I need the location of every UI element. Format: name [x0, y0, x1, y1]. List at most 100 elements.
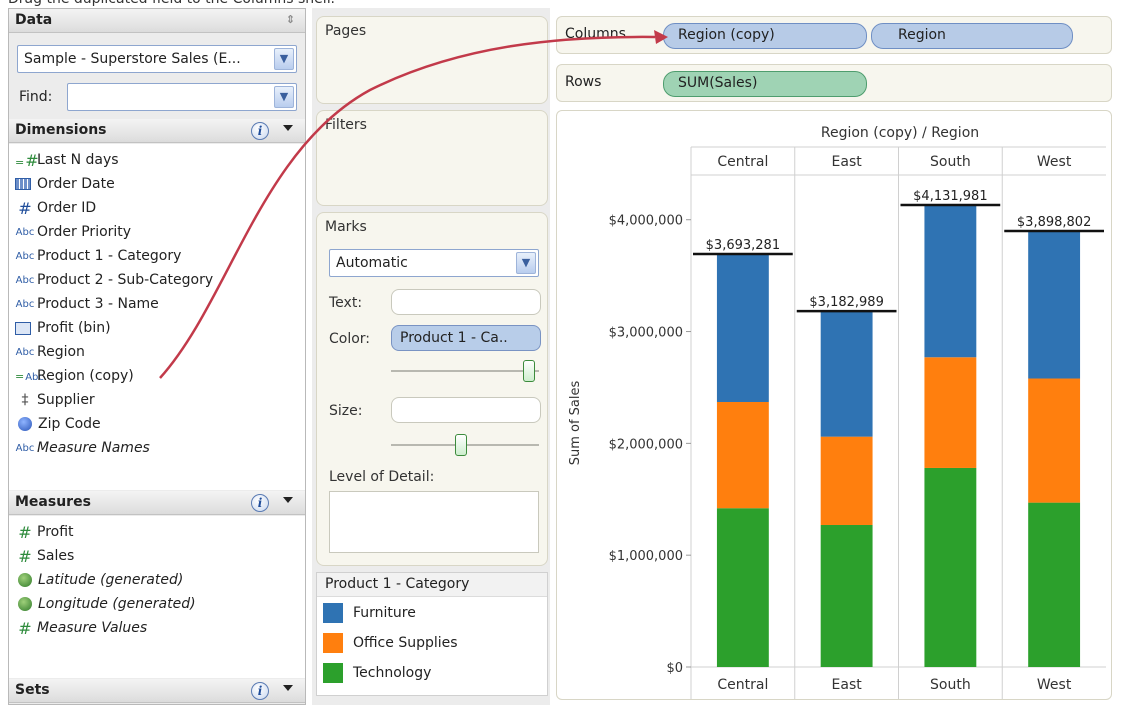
size-slider-thumb[interactable]: [455, 434, 467, 456]
color-pill-text: Product 1 - Ca..: [400, 330, 508, 346]
columns-label: Columns: [565, 26, 626, 42]
color-slider-thumb[interactable]: [523, 360, 535, 382]
rows-label: Rows: [565, 74, 602, 90]
info-icon[interactable]: i: [251, 494, 269, 512]
column-footer-label: Central: [717, 677, 768, 693]
chart-title: Region (copy) / Region: [821, 125, 979, 141]
abc-icon: Abc: [15, 298, 35, 310]
legend-swatch: [323, 603, 343, 623]
sets-header[interactable]: Sets i: [9, 679, 305, 703]
field-product-category[interactable]: Abc Product 1 - Category: [15, 245, 182, 267]
text-label: Text:: [329, 295, 363, 311]
color-shelf-pill[interactable]: Product 1 - Ca..: [391, 325, 541, 351]
field-longitude[interactable]: Longitude (generated): [15, 593, 196, 615]
field-last-n-days[interactable]: =# Last N days: [15, 149, 119, 171]
dropdown-arrow-icon[interactable]: [283, 685, 293, 691]
field-profit[interactable]: # Profit: [15, 521, 73, 543]
columns-pill-region[interactable]: Region: [871, 23, 1073, 49]
chevron-down-icon[interactable]: ▼: [516, 252, 536, 274]
dimensions-header[interactable]: Dimensions i: [9, 119, 305, 143]
datasource-select[interactable]: Sample - Superstore Sales (E... ▼: [17, 45, 297, 73]
filters-card[interactable]: Filters: [316, 110, 548, 206]
field-measure-values[interactable]: # Measure Values: [15, 617, 147, 639]
data-panel: Data ⇕ Sample - Superstore Sales (E... ▼…: [8, 8, 306, 705]
sort-icon[interactable]: ⇕: [286, 13, 295, 26]
bar-segment: [924, 467, 977, 667]
legend-swatch: [323, 663, 343, 683]
column-header-label: East: [832, 154, 863, 170]
field-region-copy[interactable]: =Abc Region (copy): [15, 365, 134, 387]
bar-segment: [716, 401, 769, 509]
chevron-down-icon[interactable]: ▼: [274, 48, 294, 70]
info-icon[interactable]: i: [251, 122, 269, 140]
column-header-label: South: [930, 154, 971, 170]
field-supplier[interactable]: ‡ Supplier: [15, 389, 95, 411]
level-of-detail-shelf[interactable]: [329, 491, 539, 553]
field-region[interactable]: Abc Region: [15, 341, 85, 363]
paperclip-icon: ‡: [21, 392, 29, 408]
bar-segment: [716, 508, 769, 667]
color-slider-track[interactable]: [391, 370, 539, 372]
legend-item-office-supplies[interactable]: Office Supplies: [323, 631, 458, 655]
level-of-detail-label: Level of Detail:: [329, 469, 435, 485]
dropdown-arrow-icon[interactable]: [283, 125, 293, 131]
y-axis-label: Sum of Sales: [568, 381, 583, 466]
total-label: $3,182,989: [809, 295, 883, 310]
legend-title[interactable]: Product 1 - Category: [317, 573, 547, 597]
bar-segment: [820, 524, 873, 667]
dropdown-arrow-icon[interactable]: [283, 497, 293, 503]
marks-title: Marks: [325, 219, 367, 235]
bar-segment: [820, 311, 873, 437]
info-icon[interactable]: i: [251, 682, 269, 700]
pages-card[interactable]: Pages: [316, 16, 548, 104]
rows-pill-sum-sales[interactable]: SUM(Sales): [663, 71, 867, 97]
globe-icon: [18, 597, 32, 611]
measures-header[interactable]: Measures i: [9, 491, 305, 515]
columns-pill-region-copy[interactable]: Region (copy): [663, 23, 867, 49]
measures-title: Measures: [15, 494, 91, 510]
field-order-priority[interactable]: Abc Order Priority: [15, 221, 131, 243]
hash-icon: #: [18, 546, 32, 566]
field-profit-bin[interactable]: Profit (bin): [15, 317, 111, 339]
data-section-header[interactable]: Data ⇕: [9, 9, 305, 33]
total-label: $4,131,981: [913, 189, 987, 204]
column-footer-label: West: [1037, 677, 1072, 693]
legend-item-technology[interactable]: Technology: [323, 661, 431, 685]
marks-card: Marks Automatic ▼ Text: Color: Product 1…: [316, 212, 548, 566]
text-shelf[interactable]: [391, 289, 541, 315]
size-label: Size:: [329, 403, 363, 419]
field-latitude[interactable]: Latitude (generated): [15, 569, 183, 591]
chevron-down-icon[interactable]: ▼: [274, 86, 294, 108]
column-footer-label: East: [832, 677, 863, 693]
legend-swatch: [323, 633, 343, 653]
abc-icon: Abc: [15, 442, 35, 454]
field-measure-names[interactable]: Abc Measure Names: [15, 437, 150, 459]
total-label: $3,898,802: [1017, 215, 1091, 230]
field-order-id[interactable]: # Order ID: [15, 197, 96, 219]
calc-abc-icon: =Abc: [15, 369, 44, 383]
bar-segment: [924, 204, 977, 358]
find-input[interactable]: ▼: [67, 83, 297, 111]
legend-item-furniture[interactable]: Furniture: [323, 601, 416, 625]
chart-area: Region (copy) / Region Sum of Sales Cent…: [556, 110, 1112, 700]
color-label: Color:: [329, 331, 371, 347]
column-header-label: Central: [717, 154, 768, 170]
filters-title: Filters: [325, 117, 367, 133]
hash-icon: #: [18, 522, 32, 542]
find-label: Find:: [19, 89, 53, 105]
field-zip-code[interactable]: Zip Code: [15, 413, 101, 435]
field-order-date[interactable]: Order Date: [15, 173, 115, 195]
field-product-subcategory[interactable]: Abc Product 2 - Sub-Category: [15, 269, 213, 291]
field-product-name[interactable]: Abc Product 3 - Name: [15, 293, 159, 315]
column-header-label: West: [1037, 154, 1072, 170]
cards-column: Pages Filters Marks Automatic ▼ Text: Co…: [312, 8, 550, 705]
field-sales[interactable]: # Sales: [15, 545, 74, 567]
rows-shelf[interactable]: Rows SUM(Sales): [556, 64, 1112, 102]
size-shelf[interactable]: [391, 397, 541, 423]
columns-shelf[interactable]: Columns Region (copy) Region: [556, 16, 1112, 54]
mark-type-select[interactable]: Automatic ▼: [329, 249, 539, 277]
y-tick-label: $1,000,000: [609, 549, 683, 564]
pages-title: Pages: [325, 23, 367, 39]
globe-icon: [18, 417, 32, 431]
y-tick-label: $4,000,000: [609, 214, 683, 229]
